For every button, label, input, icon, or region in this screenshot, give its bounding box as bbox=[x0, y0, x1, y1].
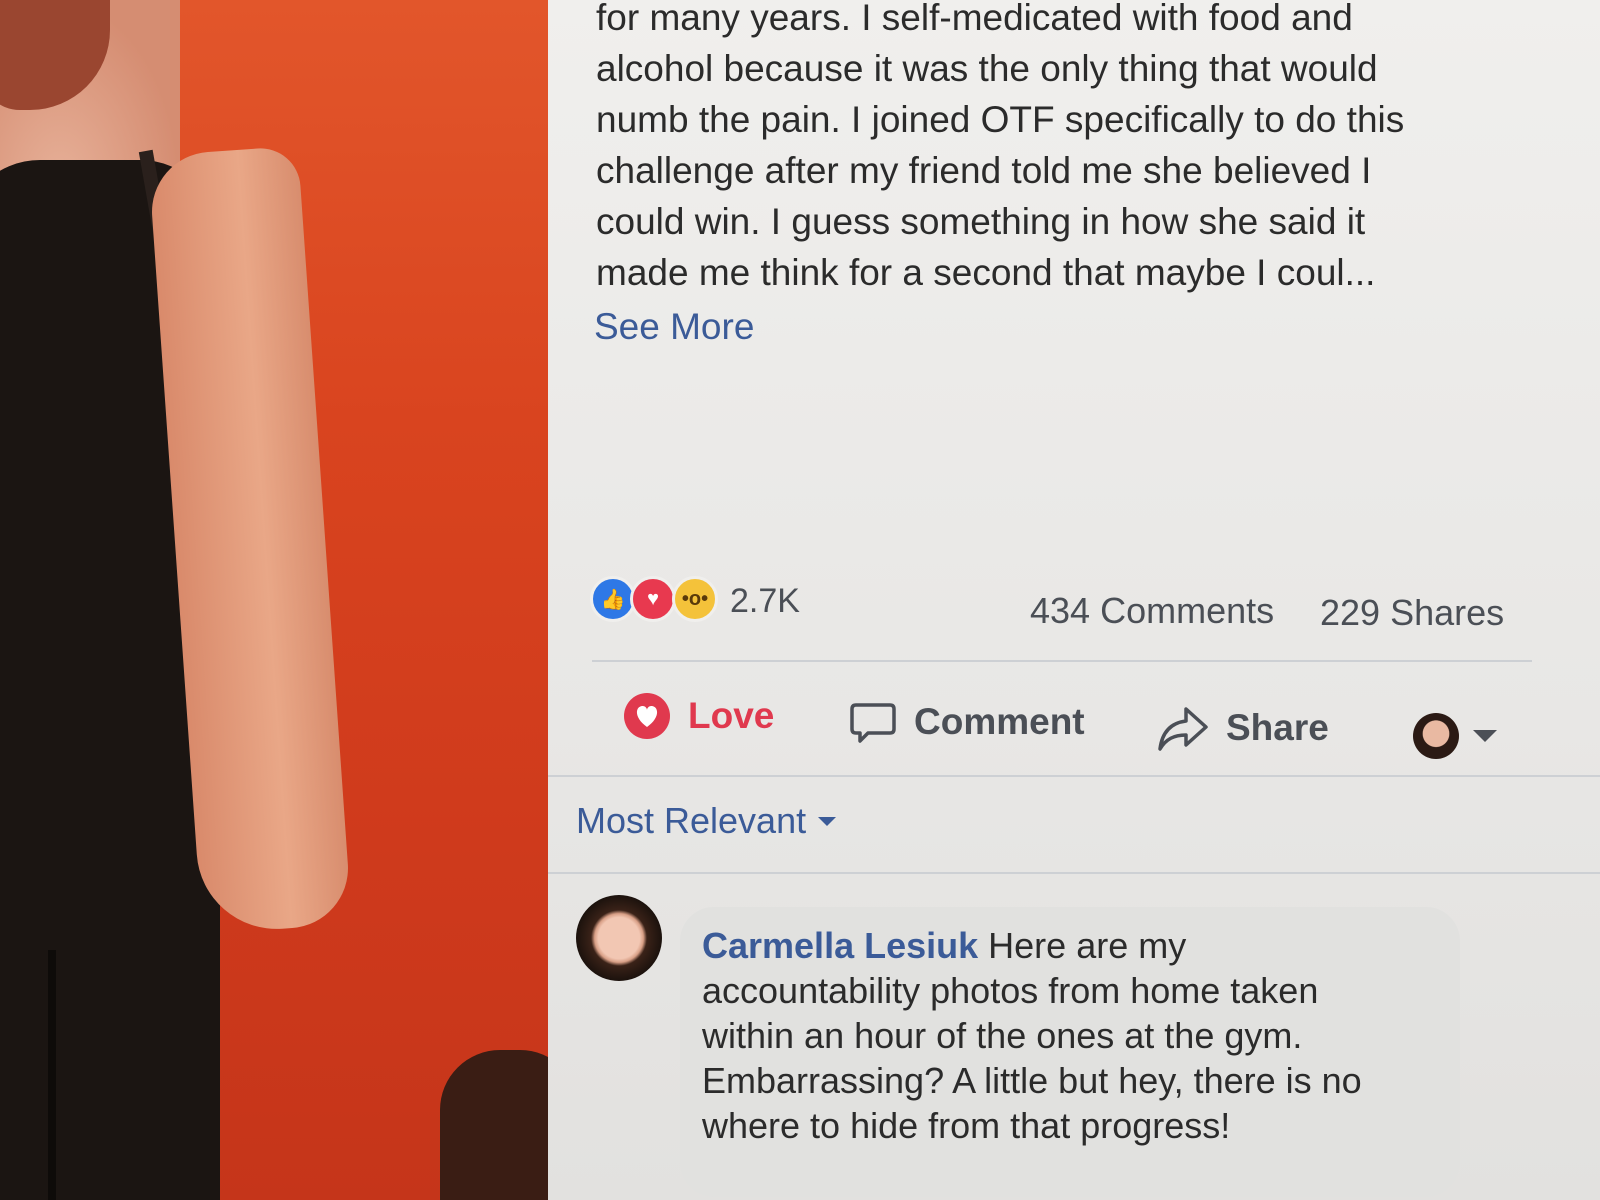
comment-author[interactable]: Carmella Lesiuk bbox=[702, 925, 978, 966]
divider bbox=[592, 660, 1532, 662]
comment-body-start: Here are my bbox=[988, 925, 1187, 966]
see-more-link[interactable]: See More bbox=[594, 306, 754, 348]
post-text-line: made me think for a second that maybe I … bbox=[596, 252, 1376, 293]
share-icon bbox=[1158, 707, 1208, 751]
post-actions: Love Comment Share bbox=[618, 684, 1538, 759]
comment-sort-dropdown[interactable]: Most Relevant bbox=[576, 800, 837, 842]
reaction-count[interactable]: 2.7K bbox=[730, 582, 800, 621]
chevron-down-icon bbox=[1473, 730, 1497, 742]
post-text-line: could win. I guess something in how she … bbox=[596, 201, 1366, 242]
divider bbox=[548, 872, 1600, 874]
photo-object bbox=[440, 1050, 560, 1200]
post-panel: for many years. I self-medicated with fo… bbox=[548, 0, 1600, 1200]
comment-line: within an hour of the ones at the gym. bbox=[702, 1015, 1303, 1056]
chevron-down-icon bbox=[818, 816, 837, 826]
wow-icon: •o• bbox=[672, 576, 718, 622]
comment-icon bbox=[850, 703, 896, 743]
avatar bbox=[1413, 713, 1459, 759]
divider bbox=[548, 775, 1600, 777]
comment-line: where to hide from that progress! bbox=[702, 1105, 1231, 1146]
post-text-line: challenge after my friend told me she be… bbox=[596, 150, 1372, 191]
love-button[interactable]: Love bbox=[622, 684, 774, 748]
post-text: for many years. I self-medicated with fo… bbox=[596, 0, 1526, 298]
post-as-selector[interactable] bbox=[1413, 704, 1497, 768]
share-label: Share bbox=[1226, 707, 1329, 748]
reactions-summary: 👍 ♥ •o• 2.7K 434 Comments 229 Shares bbox=[590, 576, 1530, 633]
post-text-line: alcohol because it was the only thing th… bbox=[596, 48, 1378, 89]
comments-count[interactable]: 434 Comments bbox=[1030, 590, 1274, 632]
post-text-line: for many years. I self-medicated with fo… bbox=[596, 0, 1353, 38]
comment-line: Embarrassing? A little but hey, there is… bbox=[702, 1060, 1362, 1101]
comment-first-line: Carmella Lesiuk Here are my bbox=[702, 923, 1422, 968]
love-label: Love bbox=[688, 695, 775, 736]
comment-line: accountability photos from home taken bbox=[702, 970, 1319, 1011]
commenter-avatar[interactable] bbox=[576, 895, 662, 981]
shares-count[interactable]: 229 Shares bbox=[1320, 592, 1504, 634]
photo-leg-gap bbox=[48, 950, 56, 1200]
share-button[interactable]: Share bbox=[1156, 696, 1329, 760]
comment-text: Carmella Lesiuk Here are my accountabili… bbox=[702, 923, 1422, 1148]
sort-label: Most Relevant bbox=[576, 800, 807, 841]
comment-label: Comment bbox=[914, 701, 1085, 742]
post-text-line: numb the pain. I joined OTF specifically… bbox=[596, 99, 1405, 140]
heart-icon bbox=[624, 693, 670, 739]
love-icon: ♥ bbox=[630, 576, 676, 622]
post-photo[interactable] bbox=[0, 0, 560, 1200]
